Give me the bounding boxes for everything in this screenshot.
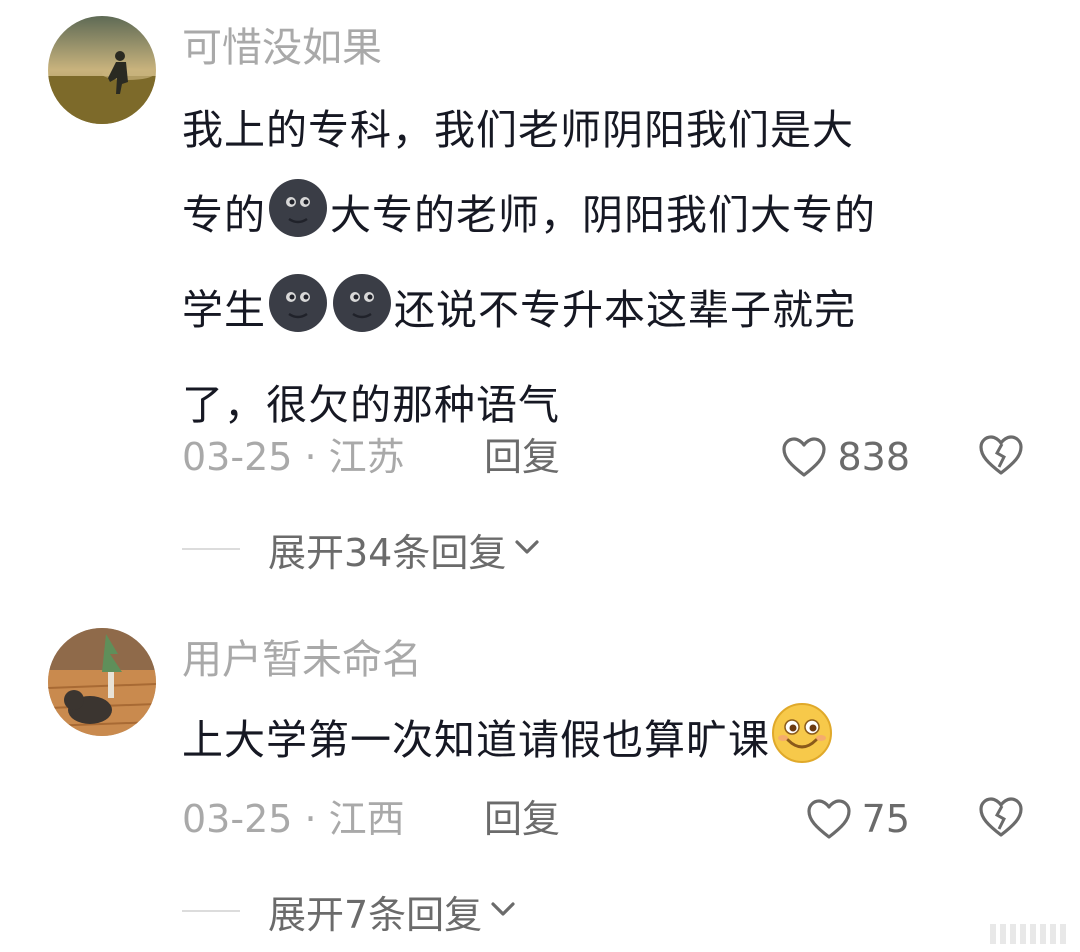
expand-replies-label: 展开34条回复: [268, 530, 507, 575]
comment-text: 我上的专科，我们老师阴阳我们是大 专的 大专的老师，阴阳我们大专的 学生 还说不专升…: [182, 88, 1022, 448]
like-button[interactable]: 75: [806, 794, 910, 844]
comment-date-location: 03-25 · 江苏: [182, 435, 405, 479]
dislike-button[interactable]: [978, 796, 1024, 850]
text-segment: 我上的专科，我们老师阴阳我们是大: [182, 106, 854, 154]
chevron-down-icon: [506, 535, 542, 563]
comment-text: 上大学第一次知道请假也算旷课: [182, 698, 1022, 793]
divider: [182, 910, 240, 912]
heart-outline-icon: [806, 798, 852, 840]
text-line: 我上的专科，我们老师阴阳我们是大: [182, 88, 1022, 173]
text-segment: 专的: [182, 191, 266, 239]
like-count: 75: [861, 797, 910, 841]
expand-replies-button[interactable]: 展开7条回复: [182, 886, 518, 937]
avatar[interactable]: [48, 628, 156, 736]
text-line: 专的 大专的老师，阴阳我们大专的: [182, 173, 1022, 268]
comment-item: 用户暂未命名 上大学第一次知道请假也算旷课 03-25 · 江西 回复 75 展…: [0, 600, 1080, 952]
comment-date-location: 03-25 · 江西: [182, 797, 405, 841]
expand-replies-label: 展开7条回复: [268, 892, 483, 937]
reply-button[interactable]: 回复: [484, 794, 560, 844]
comment-item: 可惜没如果 我上的专科，我们老师阴阳我们是大 专的 大专的老师，阴阳我们大专的 学…: [0, 0, 1080, 600]
new-moon-face-emoji: [331, 272, 393, 363]
broken-heart-icon: [978, 435, 1024, 485]
new-moon-face-emoji: [267, 177, 329, 268]
text-segment: 还说不专升本这辈子就完: [394, 286, 856, 334]
broken-heart-icon: [978, 797, 1024, 847]
new-moon-face-emoji: [267, 272, 329, 363]
comment-meta: 03-25 · 江西 回复 75: [182, 794, 1024, 844]
chevron-down-icon: [482, 897, 518, 925]
expand-replies-button[interactable]: 展开34条回复: [182, 524, 542, 575]
username[interactable]: 可惜没如果: [182, 24, 382, 72]
watermark: [990, 924, 1066, 944]
text-segment: 学生: [182, 286, 266, 334]
text-segment: 大专的老师，阴阳我们大专的: [330, 191, 876, 239]
divider: [182, 548, 240, 550]
text-line: 上大学第一次知道请假也算旷课: [182, 698, 1022, 793]
avatar[interactable]: [48, 16, 156, 124]
like-count: 838: [837, 435, 910, 479]
like-button[interactable]: 838: [781, 432, 910, 482]
comment-meta: 03-25 · 江苏 回复 838: [182, 432, 1024, 482]
text-segment: 上大学第一次知道请假也算旷课: [182, 716, 770, 764]
reply-button[interactable]: 回复: [484, 432, 560, 482]
username[interactable]: 用户暂未命名: [182, 636, 422, 684]
text-line: 学生 还说不专升本这辈子就完: [182, 268, 1022, 363]
dislike-button[interactable]: [978, 434, 1024, 488]
heart-outline-icon: [781, 436, 827, 478]
smirk-face-emoji: [771, 702, 833, 793]
text-segment: 了，很欠的那种语气: [182, 381, 560, 429]
